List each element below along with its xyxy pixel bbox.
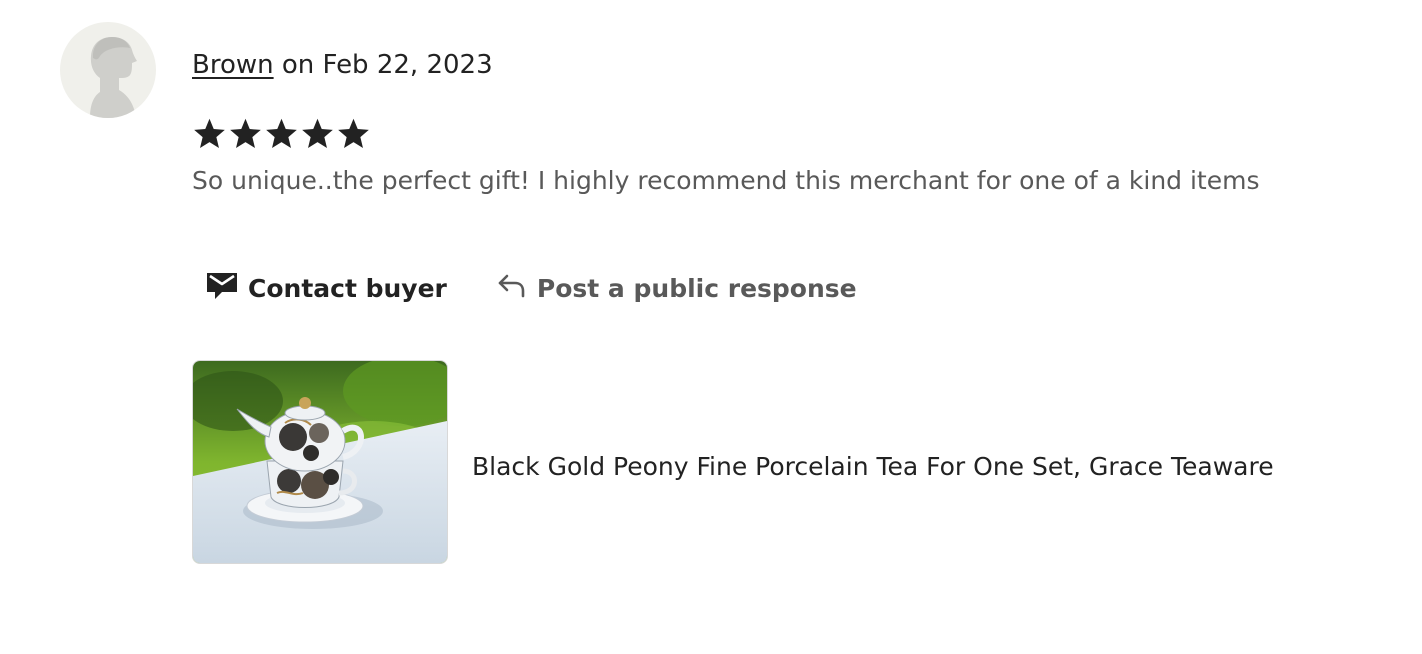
teapot-product-image	[193, 361, 447, 563]
star-icon	[266, 118, 297, 148]
post-public-response-button[interactable]: Post a public response	[497, 272, 857, 304]
reviewer-name-link[interactable]: Brown	[192, 50, 274, 80]
date-prefix: on	[273, 50, 323, 80]
star-rating	[192, 116, 371, 154]
star-icon	[194, 118, 225, 148]
star-icon	[338, 118, 369, 148]
review-meta: Brown on Feb 22, 2023	[192, 46, 493, 84]
reviewer-avatar	[60, 22, 156, 118]
star-icon	[302, 118, 333, 148]
review-text: So unique..the perfect gift! I highly re…	[192, 166, 1260, 195]
review-actions: Contact buyer Post a public response	[192, 266, 857, 310]
contact-buyer-label: Contact buyer	[248, 273, 447, 303]
product-title-link[interactable]: Black Gold Peony Fine Porcelain Tea For …	[472, 448, 1274, 486]
reply-arrow-icon	[497, 272, 527, 304]
product-thumbnail[interactable]	[192, 360, 448, 564]
contact-buyer-button[interactable]: Contact buyer	[206, 270, 447, 306]
envelope-icon	[206, 270, 238, 306]
person-silhouette-icon	[90, 37, 137, 118]
post-public-response-label: Post a public response	[536, 273, 857, 303]
star-icon	[230, 118, 261, 148]
review-date: Feb 22, 2023	[322, 50, 493, 80]
